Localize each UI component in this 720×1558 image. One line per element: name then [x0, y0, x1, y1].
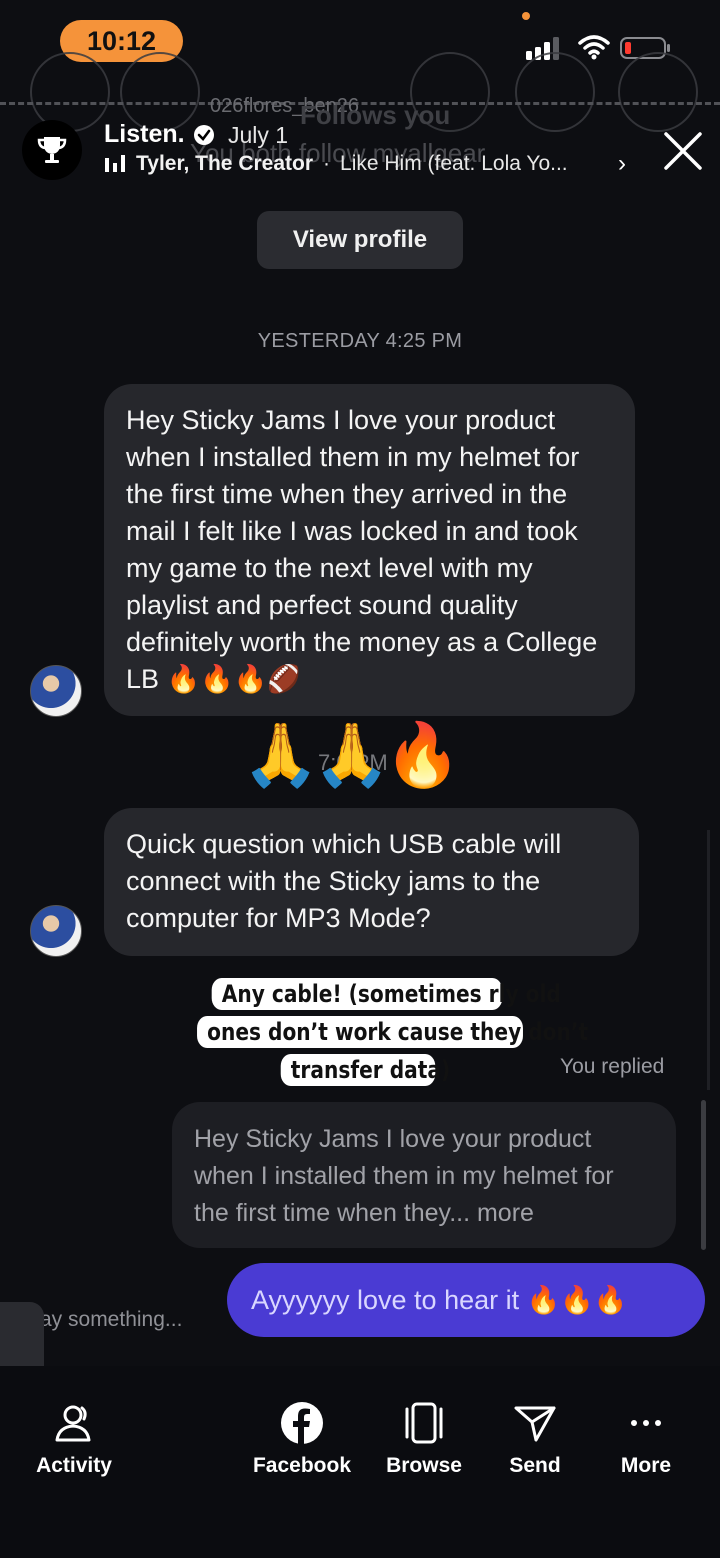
ghost-follows-text: Follows you	[300, 100, 451, 130]
outgoing-message[interactable]: Ayyyyyy love to hear it 🔥🔥🔥	[227, 1263, 705, 1337]
scroll-track	[707, 830, 710, 1090]
story-title[interactable]: Listen.	[104, 120, 215, 149]
nav-activity[interactable]: Activity	[14, 1400, 134, 1478]
emoji-reaction-message[interactable]: 🙏🙏🔥	[242, 718, 462, 794]
music-bars-icon	[105, 155, 125, 172]
nav-more[interactable]: More	[586, 1400, 706, 1478]
track-song: Like Him (feat. Lola Yo...	[340, 152, 568, 175]
nav-label: Send	[509, 1454, 561, 1477]
more-icon	[631, 1420, 661, 1426]
sticker-line: Any cable! (sometimes rly old	[211, 978, 561, 1010]
avatar[interactable]	[30, 665, 82, 717]
track-separator: ·	[323, 152, 331, 175]
nav-label: Browse	[386, 1454, 462, 1477]
wifi-icon	[578, 35, 610, 60]
track-artist: Tyler, The Creator	[136, 152, 314, 175]
send-icon	[514, 1406, 556, 1442]
nav-send[interactable]: Send	[475, 1400, 595, 1478]
text-sticker-reply: Any cable! (sometimes rly old ones don’t…	[166, 968, 588, 1102]
story-date: July 1	[228, 122, 289, 148]
sticker-line: ones don’t work cause they don’t	[197, 1016, 588, 1048]
quoted-message-preview[interactable]: Hey Sticky Jams I love your product when…	[172, 1102, 676, 1248]
verified-badge-icon	[193, 124, 214, 145]
nav-browse[interactable]: Browse	[364, 1400, 484, 1478]
conversation-timestamp: YESTERDAY 4:25 PM	[257, 330, 463, 352]
message-input-placeholder[interactable]: ay something...	[40, 1308, 182, 1332]
sticker-line: transfer data)	[280, 1054, 450, 1086]
nav-facebook[interactable]: Facebook	[242, 1400, 362, 1478]
chevron-right-icon[interactable]: ›	[618, 150, 626, 178]
incoming-message[interactable]: Hey Sticky Jams I love your product when…	[104, 384, 635, 716]
you-replied-label: You replied	[560, 1055, 665, 1078]
incoming-message[interactable]: Quick question which USB cable will conn…	[104, 808, 639, 956]
avatar[interactable]	[30, 905, 82, 957]
story-title-label: Listen.	[104, 120, 185, 148]
browse-icon	[405, 1402, 443, 1444]
view-profile-button[interactable]: View profile	[257, 211, 463, 269]
music-track-info[interactable]: Tyler, The Creator · Like Him (feat. Lol…	[104, 152, 568, 176]
close-icon[interactable]	[662, 130, 704, 172]
facebook-icon	[281, 1402, 323, 1444]
nav-label: Facebook	[252, 1454, 352, 1477]
nav-label: More	[620, 1454, 672, 1477]
privacy-indicator-dot	[522, 12, 530, 20]
activity-icon	[55, 1405, 91, 1442]
trophy-icon[interactable]	[22, 120, 82, 180]
scrollbar[interactable]	[701, 1100, 706, 1250]
nav-label: Activity	[36, 1454, 112, 1477]
